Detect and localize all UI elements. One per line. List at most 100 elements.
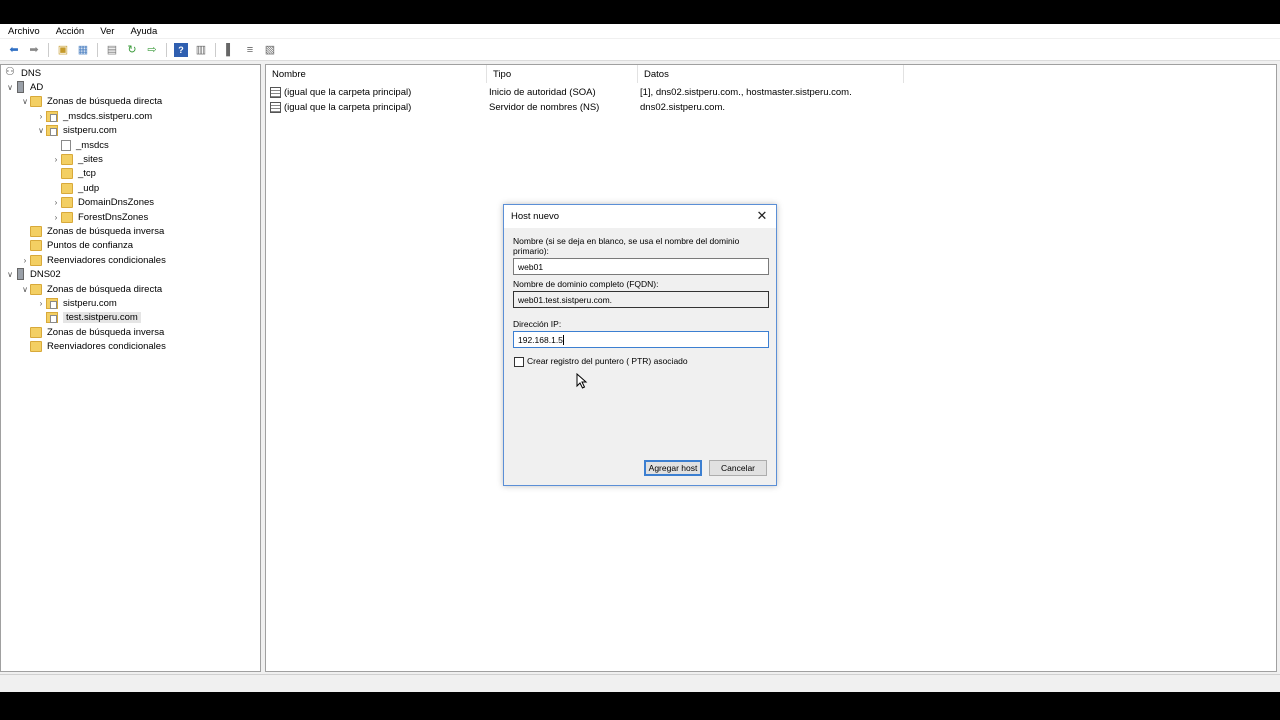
server-icon xyxy=(17,81,24,93)
column-header-type[interactable]: Tipo xyxy=(487,65,638,83)
ip-address-value: 192.168.1.5 xyxy=(518,334,563,345)
tree-item-label: AD xyxy=(30,81,44,93)
record-row[interactable]: (igual que la carpeta principal) Inicio … xyxy=(270,85,910,100)
chevron-down-icon[interactable]: ∨ xyxy=(20,97,30,106)
chevron-right-icon[interactable]: › xyxy=(51,213,61,222)
tree-item-forward-zones-ad[interactable]: ∨ Zonas de búsqueda directa xyxy=(20,94,162,108)
tree-item-label: Reenviadores condicionales xyxy=(47,254,166,266)
view-icon[interactable]: ▥ xyxy=(194,43,208,57)
tree-item-label: Zonas de búsqueda inversa xyxy=(47,225,165,237)
refresh-icon[interactable]: ↻ xyxy=(125,43,139,57)
tree-item-domaindnszones[interactable]: › DomainDnsZones xyxy=(51,195,154,209)
record-row[interactable]: (igual que la carpeta principal) Servido… xyxy=(270,100,910,115)
close-icon[interactable]: ✕ xyxy=(754,208,770,224)
chevron-right-icon[interactable]: › xyxy=(36,299,46,308)
tree-item-label: sistperu.com xyxy=(63,297,117,309)
tree-item-conditional-forwarders-dns02[interactable]: Reenviadores condicionales xyxy=(20,339,166,353)
properties-icon[interactable]: ▤ xyxy=(105,43,119,57)
menu-ver[interactable]: Ver xyxy=(92,26,122,37)
tree-item-trust-points[interactable]: Puntos de confianza xyxy=(20,238,133,252)
tree-item-label: Reenviadores condicionales xyxy=(47,340,166,352)
zone-icon xyxy=(46,110,58,122)
tree-item-dns02[interactable]: ∨ DNS02 xyxy=(5,267,61,281)
chevron-down-icon[interactable]: ∨ xyxy=(20,285,30,294)
zone-icon xyxy=(46,311,58,323)
help-icon[interactable]: ? xyxy=(174,42,188,57)
show-hide-tree-icon[interactable]: ▦ xyxy=(76,43,90,57)
tree-item-forward-zones-dns02[interactable]: ∨ Zonas de búsqueda directa xyxy=(20,282,162,296)
console-tree: ⚇ DNS ∨ AD ∨ Zonas de búsqueda directa ›… xyxy=(0,64,261,672)
folder-icon xyxy=(61,167,73,179)
tree-item-forestdnszones[interactable]: › ForestDnsZones xyxy=(51,210,148,224)
toolbar-separator xyxy=(48,42,49,57)
tree-item-sistperu-ad[interactable]: ∨ sistperu.com xyxy=(36,123,117,137)
tree-item-sistperu-dns02[interactable]: › sistperu.com xyxy=(36,296,117,310)
tree-item-tcp[interactable]: _tcp xyxy=(51,166,96,180)
toolbar: ⬅ ➡ ▣ ▦ ▤ ↻ ⇨ ? ▥ ▌ ≡ ▧ xyxy=(0,39,1280,61)
cancel-button[interactable]: Cancelar xyxy=(709,460,767,476)
toolbar-separator xyxy=(166,42,167,57)
tree-item-label: DNS xyxy=(21,67,42,79)
tree-item-label: _tcp xyxy=(78,167,96,179)
folder-icon xyxy=(30,95,42,107)
name-label: Nombre (si se deja en blanco, se usa el … xyxy=(513,236,740,256)
record-icon xyxy=(270,87,281,98)
chevron-right-icon[interactable]: › xyxy=(51,198,61,207)
menu-bar: Archivo Acción Ver Ayuda xyxy=(0,24,1280,38)
ip-address-input[interactable]: 192.168.1.5 xyxy=(513,331,769,348)
ptr-checkbox[interactable] xyxy=(514,357,524,367)
tree-item-ad[interactable]: ∨ AD xyxy=(5,80,43,94)
chevron-down-icon[interactable]: ∨ xyxy=(5,270,15,279)
toolbar-separator xyxy=(97,42,98,57)
column-header-name[interactable]: Nombre xyxy=(266,65,487,83)
tree-item-sites[interactable]: › _sites xyxy=(51,152,103,166)
filter-icon[interactable]: ▧ xyxy=(263,43,277,57)
tree-item-conditional-forwarders-ad[interactable]: › Reenviadores condicionales xyxy=(20,253,166,267)
up-folder-icon[interactable]: ▣ xyxy=(56,43,70,57)
server-icon[interactable]: ▌ xyxy=(223,43,237,57)
tree-item-dns[interactable]: ⚇ DNS xyxy=(5,66,41,80)
record-type: Servidor de nombres (NS) xyxy=(489,102,600,113)
menu-ayuda[interactable]: Ayuda xyxy=(122,26,165,37)
chevron-right-icon[interactable]: › xyxy=(20,256,30,265)
tree-item-label: DNS02 xyxy=(30,268,61,280)
tree-item-msdcs[interactable]: _msdcs xyxy=(51,138,109,152)
record-name: (igual que la carpeta principal) xyxy=(284,87,412,98)
tree-item-label: Zonas de búsqueda inversa xyxy=(47,326,165,338)
ptr-label[interactable]: Crear registro del puntero ( PTR) asocia… xyxy=(527,356,688,366)
chevron-right-icon[interactable]: › xyxy=(36,112,46,121)
list-icon[interactable]: ≡ xyxy=(243,43,257,57)
ip-label: Dirección IP: xyxy=(513,319,562,329)
folder-icon xyxy=(61,196,73,208)
record-type: Inicio de autoridad (SOA) xyxy=(489,87,596,98)
chevron-right-icon[interactable]: › xyxy=(51,155,61,164)
forward-icon[interactable]: ➡ xyxy=(27,43,41,57)
column-header-data[interactable]: Datos xyxy=(638,65,904,83)
zone-icon xyxy=(46,124,58,136)
toolbar-separator xyxy=(215,42,216,57)
folder-icon xyxy=(30,254,42,266)
record-icon xyxy=(270,102,281,113)
tree-item-label: test.sistperu.com xyxy=(63,311,141,323)
add-host-button[interactable]: Agregar host xyxy=(644,460,702,476)
export-icon[interactable]: ⇨ xyxy=(145,43,159,57)
tree-item-label: DomainDnsZones xyxy=(78,196,155,208)
status-bar xyxy=(0,674,1280,692)
menu-archivo[interactable]: Archivo xyxy=(0,26,48,37)
tree-item-reverse-zones-ad[interactable]: Zonas de búsqueda inversa xyxy=(20,224,164,238)
record-data: [1], dns02.sistperu.com., hostmaster.sis… xyxy=(640,87,852,98)
menu-accion[interactable]: Acción xyxy=(48,26,93,37)
tree-item-test-sistperu[interactable]: test.sistperu.com xyxy=(36,310,141,324)
name-input[interactable]: web01 xyxy=(513,258,769,275)
tree-item-label: _msdcs.sistperu.com xyxy=(63,110,153,122)
back-icon[interactable]: ⬅ xyxy=(7,43,21,57)
fqdn-label: Nombre de dominio completo (FQDN): xyxy=(513,279,659,289)
tree-item-reverse-zones-dns02[interactable]: Zonas de búsqueda inversa xyxy=(20,325,164,339)
chevron-down-icon[interactable]: ∨ xyxy=(5,83,15,92)
record-name: (igual que la carpeta principal) xyxy=(284,102,412,113)
tree-item-udp[interactable]: _udp xyxy=(51,181,99,195)
tree-item-msdcs-zone[interactable]: › _msdcs.sistperu.com xyxy=(36,109,152,123)
chevron-down-icon[interactable]: ∨ xyxy=(36,126,46,135)
dns-root-icon: ⚇ xyxy=(5,66,15,78)
fqdn-field: web01.test.sistperu.com. xyxy=(513,291,769,308)
